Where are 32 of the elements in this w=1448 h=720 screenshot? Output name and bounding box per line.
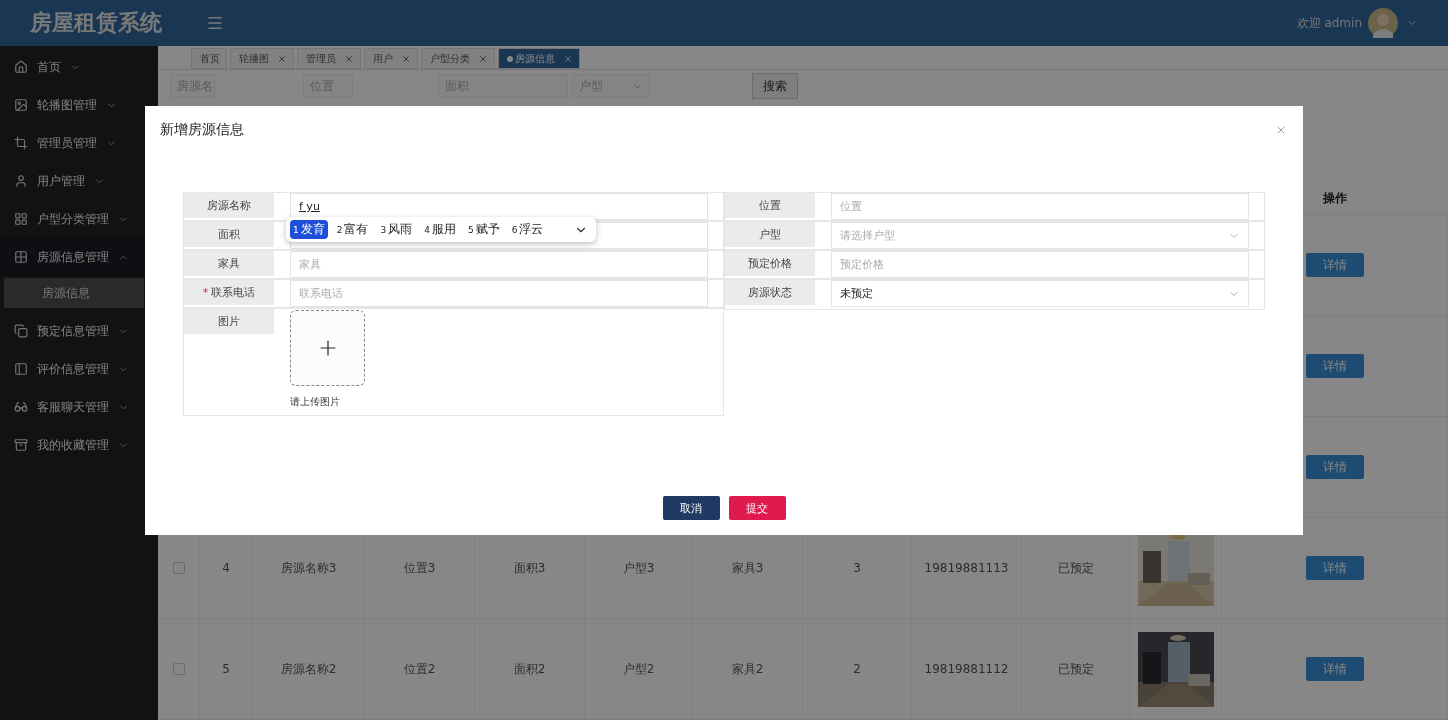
field-label: 房源名称 bbox=[184, 193, 274, 218]
field-label: 位置 bbox=[725, 193, 815, 218]
field-label: 家具 bbox=[184, 251, 274, 276]
table-cell: 户型2 bbox=[622, 660, 655, 678]
welcome-text: 欢迎 admin bbox=[1296, 14, 1362, 32]
table-cell: 19819881113 bbox=[924, 561, 1009, 575]
field-label: 图片 bbox=[184, 309, 274, 334]
field-label: 房源状态 bbox=[725, 280, 815, 305]
table-cell: 位置2 bbox=[403, 660, 436, 678]
table-cell: 2 bbox=[853, 662, 861, 676]
field-label: * 联系电话 bbox=[184, 280, 274, 305]
table-cell: 3 bbox=[853, 561, 861, 575]
field-label: 户型 bbox=[725, 222, 815, 247]
table-cell: 已预定 bbox=[1057, 660, 1094, 678]
table-cell: 19819881112 bbox=[924, 662, 1009, 676]
table-cell: 已预定 bbox=[1057, 559, 1094, 577]
dialog-title: 新增房源信息 bbox=[160, 120, 245, 139]
field-label: 预定价格 bbox=[725, 251, 815, 276]
upload-hint: 请上传图片 bbox=[290, 395, 341, 409]
table-cell: 房源名称3 bbox=[280, 559, 337, 577]
table-cell: 户型3 bbox=[622, 559, 655, 577]
table-cell: 家具3 bbox=[731, 559, 764, 577]
table-cell: 5 bbox=[222, 662, 230, 676]
field-label: 面积 bbox=[184, 222, 274, 247]
column-header: 操作 bbox=[1322, 189, 1348, 207]
app-title: 房屋租赁系统 bbox=[30, 9, 163, 37]
table-cell: 面积3 bbox=[513, 559, 546, 577]
table-cell: 位置3 bbox=[403, 559, 436, 577]
table-cell: 面积2 bbox=[513, 660, 546, 678]
table-cell: 4 bbox=[222, 561, 230, 575]
table-cell: 房源名称2 bbox=[280, 660, 337, 678]
table-cell: 家具2 bbox=[731, 660, 764, 678]
